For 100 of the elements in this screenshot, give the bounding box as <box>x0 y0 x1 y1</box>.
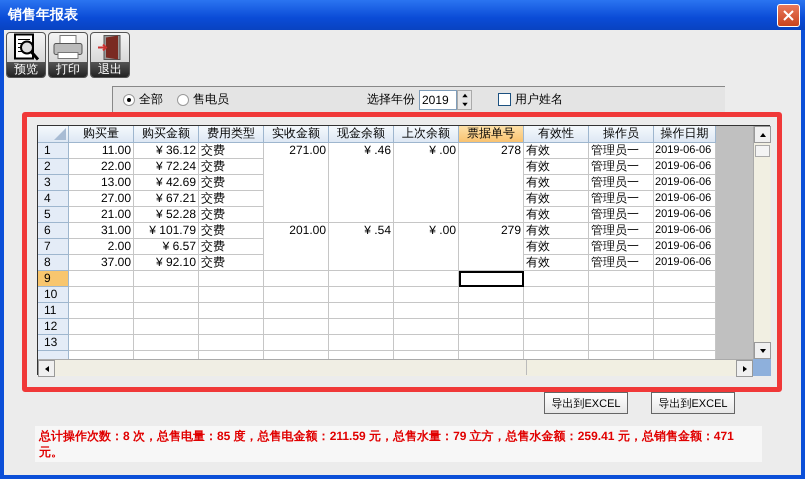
table-cell: 201.00 <box>264 223 329 271</box>
row-number[interactable]: 12 <box>38 319 69 335</box>
column-header[interactable]: 操作日期 <box>654 126 716 143</box>
table-cell <box>524 287 589 303</box>
radio-button[interactable]: 售电员 <box>177 91 229 108</box>
row-number[interactable]: 6 <box>38 223 69 239</box>
close-icon <box>783 10 794 20</box>
checkbox[interactable]: 用户姓名 <box>498 91 563 108</box>
radio-button[interactable]: 全部 <box>123 91 163 108</box>
table-cell <box>459 319 524 335</box>
table-cell <box>134 287 199 303</box>
scrollbar-corner <box>753 359 771 376</box>
table-cell <box>524 303 589 319</box>
close-button[interactable] <box>777 4 800 26</box>
table-cell <box>329 319 394 335</box>
export-button[interactable]: 导出到EXCEL <box>651 392 735 414</box>
column-header[interactable]: 有效性 <box>524 126 589 143</box>
table-cell: ¥ 92.10 <box>134 255 199 271</box>
column-header[interactable]: 票据单号 <box>459 126 524 143</box>
scroll-up-button[interactable] <box>754 126 771 143</box>
table-cell: 交费 <box>199 159 264 175</box>
row-number[interactable]: 7 <box>38 239 69 255</box>
table-cell: 交费 <box>199 143 264 159</box>
document-magnifier-icon <box>12 33 40 62</box>
table-cell: ¥ 42.69 <box>134 175 199 191</box>
table-cell <box>589 287 654 303</box>
table-cell: ¥ .46 <box>329 143 394 223</box>
row-number[interactable]: 13 <box>38 335 69 351</box>
scroll-down-button[interactable] <box>754 342 771 359</box>
table-cell: 管理员一 <box>589 175 654 191</box>
table-cell: 管理员一 <box>589 159 654 175</box>
table-cell: ¥ 52.28 <box>134 207 199 223</box>
table-cell: 管理员一 <box>589 143 654 159</box>
table-cell: 31.00 <box>69 223 134 239</box>
table-cell <box>199 335 264 351</box>
table-cell <box>394 271 459 287</box>
column-header[interactable]: 购买量 <box>69 126 134 143</box>
table-cell <box>134 271 199 287</box>
table-cell: 管理员一 <box>589 207 654 223</box>
table-cell: ¥ 6.57 <box>134 239 199 255</box>
column-header[interactable]: 操作员 <box>589 126 654 143</box>
table-cell: ¥ .54 <box>329 223 394 271</box>
table-cell <box>69 303 134 319</box>
export-button[interactable]: 导出到EXCEL <box>544 392 628 414</box>
table-cell: 有效 <box>524 255 589 271</box>
table-cell <box>459 287 524 303</box>
table-cell: 交费 <box>199 207 264 223</box>
table-cell: 2.00 <box>69 239 134 255</box>
toolbar-button[interactable]: 退出 <box>90 32 130 78</box>
row-number[interactable]: 4 <box>38 191 69 207</box>
row-number[interactable]: 11 <box>38 303 69 319</box>
table-cell: ¥ .00 <box>394 223 459 271</box>
table-cell <box>394 319 459 335</box>
table-cell: 交费 <box>199 191 264 207</box>
row-number[interactable]: 5 <box>38 207 69 223</box>
row-number[interactable]: 1 <box>38 143 69 159</box>
year-field[interactable]: 2019 <box>419 90 457 110</box>
table-cell <box>134 335 199 351</box>
scroll-left-button[interactable] <box>38 360 55 377</box>
table-cell <box>394 335 459 351</box>
table-cell <box>264 287 329 303</box>
table-cell: 278 <box>459 143 524 223</box>
column-header[interactable]: 现金余额 <box>329 126 394 143</box>
table-cell: 管理员一 <box>589 223 654 239</box>
table-cell: 交费 <box>199 239 264 255</box>
column-header[interactable]: 实收金额 <box>264 126 329 143</box>
summary-text: 总计操作次数：8 次，总售电量：85 度，总售电金额：211.59 元，总售水量：79 立方，总售水金额：259.41 元，总销售金额：471 元。 <box>35 426 762 462</box>
table-cell <box>199 319 264 335</box>
row-number[interactable]: 10 <box>38 287 69 303</box>
row-number[interactable]: 9 <box>38 271 69 287</box>
table-cell: 13.00 <box>69 175 134 191</box>
selected-cell[interactable] <box>459 271 524 287</box>
vertical-scrollbar[interactable] <box>753 126 771 359</box>
toolbar-button[interactable]: 打印 <box>48 32 88 78</box>
table-cell: ¥ 72.24 <box>134 159 199 175</box>
horizontal-scrollbar[interactable] <box>38 359 753 376</box>
table-cell: ¥ 101.79 <box>134 223 199 239</box>
table-cell <box>264 335 329 351</box>
row-number[interactable]: 3 <box>38 175 69 191</box>
table-cell <box>459 335 524 351</box>
table-cell <box>329 271 394 287</box>
table-cell <box>459 303 524 319</box>
table-cell: 交费 <box>199 175 264 191</box>
table-cell: 管理员一 <box>589 255 654 271</box>
table-cell: ¥ .00 <box>394 143 459 223</box>
table-cell: 有效 <box>524 191 589 207</box>
column-header[interactable]: 费用类型 <box>199 126 264 143</box>
column-header[interactable]: 购买金额 <box>134 126 199 143</box>
scroll-right-button[interactable] <box>736 360 753 377</box>
table-cell: 有效 <box>524 223 589 239</box>
column-header[interactable]: 上次余额 <box>394 126 459 143</box>
toolbar-button[interactable]: 预览 <box>6 32 46 78</box>
table-cell <box>329 303 394 319</box>
row-number[interactable]: 2 <box>38 159 69 175</box>
table-cell <box>134 303 199 319</box>
row-number[interactable]: 8 <box>38 255 69 271</box>
spin-buttons[interactable] <box>457 90 472 110</box>
table-cell <box>69 287 134 303</box>
table-cell: 交费 <box>199 223 264 239</box>
table-cell <box>589 335 654 351</box>
